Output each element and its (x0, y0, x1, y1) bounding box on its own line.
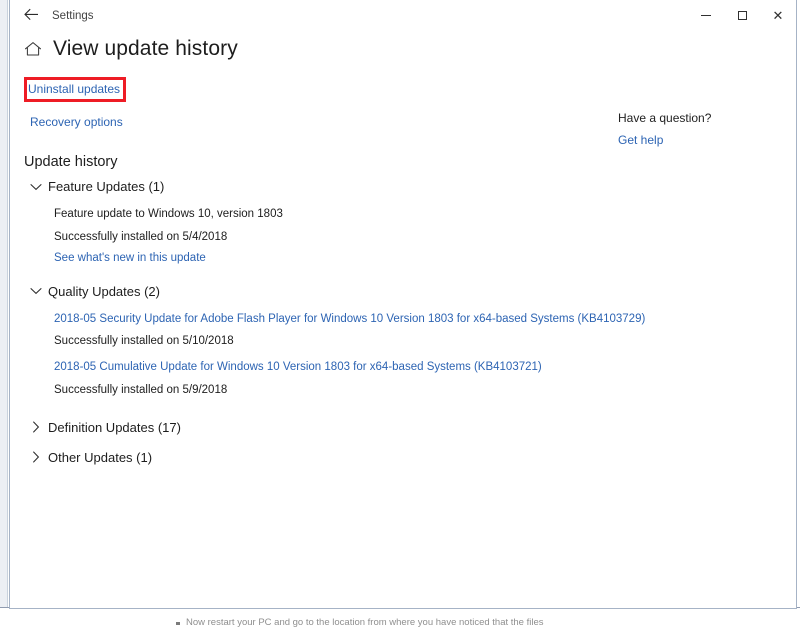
maximize-icon (737, 11, 747, 20)
update-name: Feature update to Windows 10, version 18… (54, 208, 283, 220)
page-header: View update history (10, 37, 796, 61)
update-group-header[interactable]: Quality Updates (2) (10, 284, 796, 299)
close-button[interactable]: ✕ (760, 0, 796, 31)
update-group-body: Feature update to Windows 10, version 18… (10, 207, 796, 266)
update-group-header[interactable]: Other Updates (1) (10, 450, 796, 465)
background-page-bottom: Now restart your PC and go to the locati… (0, 607, 800, 628)
app-title: Settings (52, 9, 94, 22)
update-status: Successfully installed on 5/4/2018 (54, 230, 228, 243)
window-caption-buttons: ✕ (688, 0, 796, 31)
chevron-right-icon (28, 450, 44, 464)
update-group-body: 2018-05 Security Update for Adobe Flash … (10, 312, 796, 396)
minimize-button[interactable] (688, 0, 724, 31)
update-item: 2018-05 Cumulative Update for Windows 10… (54, 360, 796, 396)
home-icon[interactable] (22, 38, 44, 60)
update-group-label: Quality Updates (2) (48, 283, 160, 299)
update-groups: Feature Updates (1) Feature update to Win… (10, 179, 796, 465)
screenshot-root: Now restart your PC and go to the locati… (0, 0, 800, 628)
update-item: Feature update to Windows 10, version 18… (54, 207, 796, 266)
chevron-down-icon (28, 180, 44, 194)
help-panel: Have a question? Get help (618, 111, 788, 149)
chevron-down-icon (28, 284, 44, 298)
settings-content: View update history Uninstall updates Re… (10, 37, 796, 465)
back-arrow-icon[interactable] (16, 8, 46, 24)
background-bullet-marker (176, 622, 180, 625)
get-help-link[interactable]: Get help (618, 133, 663, 147)
minimize-icon (701, 15, 711, 16)
title-bar: Settings ✕ (10, 0, 796, 31)
update-name-link[interactable]: 2018-05 Cumulative Update for Windows 10… (54, 360, 796, 376)
update-status: Successfully installed on 5/10/2018 (54, 335, 234, 348)
update-group-header[interactable]: Feature Updates (1) (10, 179, 796, 194)
recovery-options-link[interactable]: Recovery options (30, 115, 123, 129)
chevron-right-icon (28, 420, 44, 434)
settings-window: Settings ✕ View update history Uninstall… (9, 0, 797, 609)
uninstall-updates-highlight-wrap: Uninstall updates (24, 77, 127, 102)
update-group: Quality Updates (2) 2018-05 Security Upda… (10, 284, 796, 405)
update-group-label: Definition Updates (17) (48, 419, 181, 435)
update-group: Feature Updates (1) Feature update to Win… (10, 179, 796, 275)
page-title: View update history (53, 37, 238, 60)
whats-new-link[interactable]: See what's new in this update (54, 252, 206, 264)
red-highlight-box (24, 77, 127, 102)
update-item: 2018-05 Security Update for Adobe Flash … (54, 312, 796, 348)
close-icon: ✕ (772, 8, 784, 23)
maximize-button[interactable] (724, 0, 760, 31)
update-group: Definition Updates (17) (10, 420, 796, 435)
update-history-heading: Update history (24, 154, 118, 170)
background-page-left-strip (0, 0, 8, 622)
help-question-label: Have a question? (618, 111, 712, 125)
update-group-header[interactable]: Definition Updates (17) (10, 420, 796, 435)
update-group-label: Feature Updates (1) (48, 179, 165, 194)
update-status: Successfully installed on 5/9/2018 (54, 383, 228, 396)
update-group: Other Updates (1) (10, 450, 796, 465)
update-group-label: Other Updates (1) (48, 449, 153, 465)
background-clipped-text: Now restart your PC and go to the locati… (186, 617, 544, 628)
update-name-link[interactable]: 2018-05 Security Update for Adobe Flash … (54, 312, 796, 328)
